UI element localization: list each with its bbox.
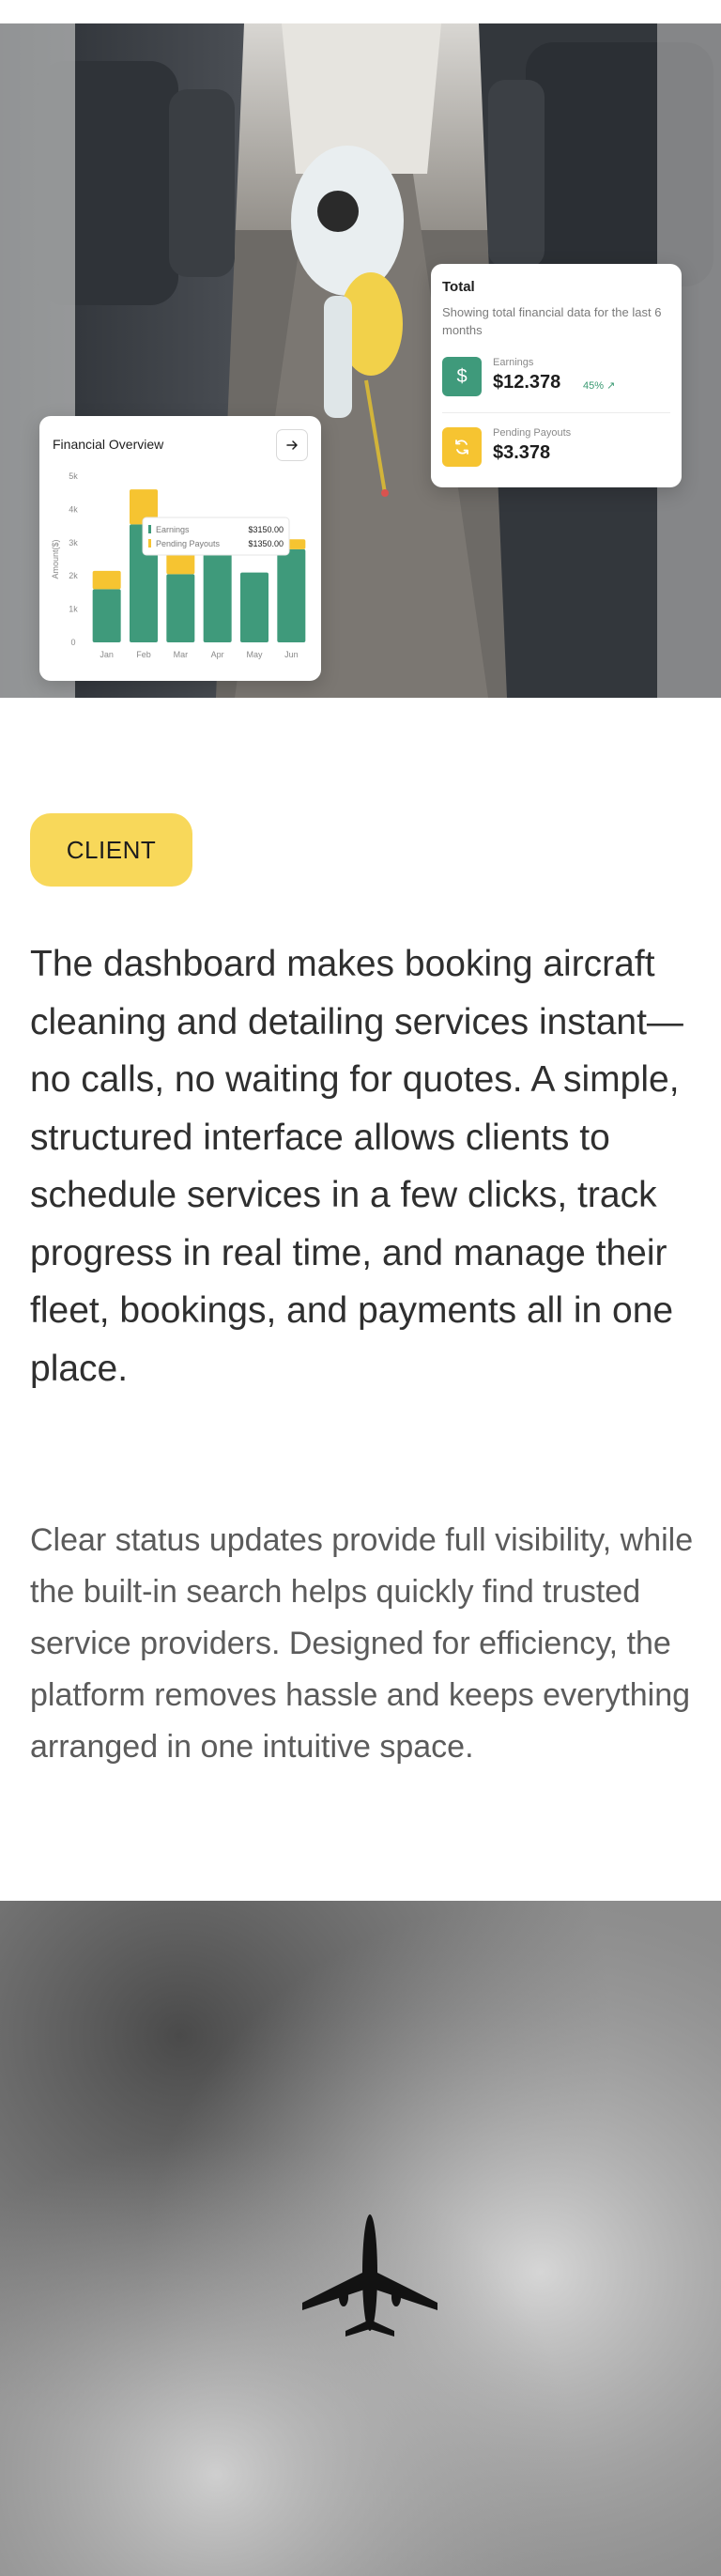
x-tick-label: Mar — [174, 650, 189, 659]
financial-overview-card: Financial Overview Amount($) 0 1k 2k 3k 4k 5k J… — [39, 416, 321, 681]
body-paragraph: Clear status updates provide full visibi… — [30, 1522, 694, 1765]
hero-image-section: Financial Overview Amount($) 0 1k 2k 3k 4k 5k J… — [0, 23, 721, 698]
bar-payouts — [166, 552, 195, 575]
earnings-stat: $ Earnings $12.378 45% ↗ — [442, 357, 667, 398]
bar-earnings — [277, 548, 306, 642]
y-tick-label: 1k — [69, 605, 78, 614]
x-tick-label: Feb — [136, 650, 151, 659]
dollar-icon: $ — [442, 357, 482, 396]
financial-overview-title: Financial Overview — [53, 437, 164, 452]
total-card-title: Total — [442, 279, 475, 295]
bar-earnings — [166, 574, 195, 642]
arrow-right-icon — [286, 440, 298, 450]
lead-paragraph: The dashboard makes booking aircraft cle… — [30, 944, 683, 1389]
divider — [442, 412, 670, 413]
earnings-change-badge: 45% ↗ — [583, 380, 616, 392]
y-tick-label: 2k — [69, 571, 78, 580]
payouts-stat: Pending Payouts $3.378 — [442, 427, 667, 469]
total-card-subtitle: Showing total financial data for the las… — [442, 305, 662, 337]
refresh-icon — [442, 427, 482, 467]
airplane-sky-image — [0, 1901, 721, 2576]
tooltip-payouts-swatch — [148, 539, 151, 548]
tooltip-earnings-label: Earnings — [156, 525, 190, 534]
tooltip-payouts-label: Pending Payouts — [156, 539, 221, 548]
financial-overview-open-button[interactable] — [276, 429, 308, 461]
earnings-stat-label: Earnings — [493, 357, 534, 368]
y-tick-label: 0 — [70, 638, 75, 647]
x-tick-label: May — [246, 650, 263, 659]
bar-payouts — [92, 570, 121, 590]
y-tick-label: 4k — [69, 504, 78, 514]
financial-bar-chart: Amount($) 0 1k 2k 3k 4k 5k Jan Feb Mar Apr May Jun Ea… — [51, 471, 306, 659]
payouts-stat-value: $3.378 — [493, 442, 551, 463]
top-spacer — [0, 0, 721, 23]
payouts-stat-label: Pending Payouts — [493, 427, 572, 439]
tooltip-payouts-value: $1350.00 — [248, 539, 284, 548]
y-tick-label: 5k — [69, 471, 78, 481]
bar-earnings — [92, 589, 121, 642]
tooltip-earnings-swatch — [148, 525, 151, 533]
x-tick-label: Jan — [100, 650, 114, 659]
refresh-glyph — [455, 440, 468, 455]
x-tick-label: Apr — [211, 650, 224, 659]
bar-earnings — [203, 548, 232, 642]
chart-tooltip — [142, 517, 290, 556]
client-tag: CLIENT — [30, 813, 192, 887]
total-card: Total Showing total financial data for t… — [431, 264, 682, 487]
y-tick-label: 3k — [69, 538, 78, 548]
x-tick-label: Jun — [284, 650, 299, 659]
y-axis-label: Amount($) — [51, 539, 60, 578]
bar-earnings — [240, 572, 268, 642]
sky-photo — [0, 1901, 721, 2576]
earnings-stat-value: $12.378 — [493, 372, 561, 393]
tooltip-earnings-value: $3150.00 — [248, 525, 284, 534]
